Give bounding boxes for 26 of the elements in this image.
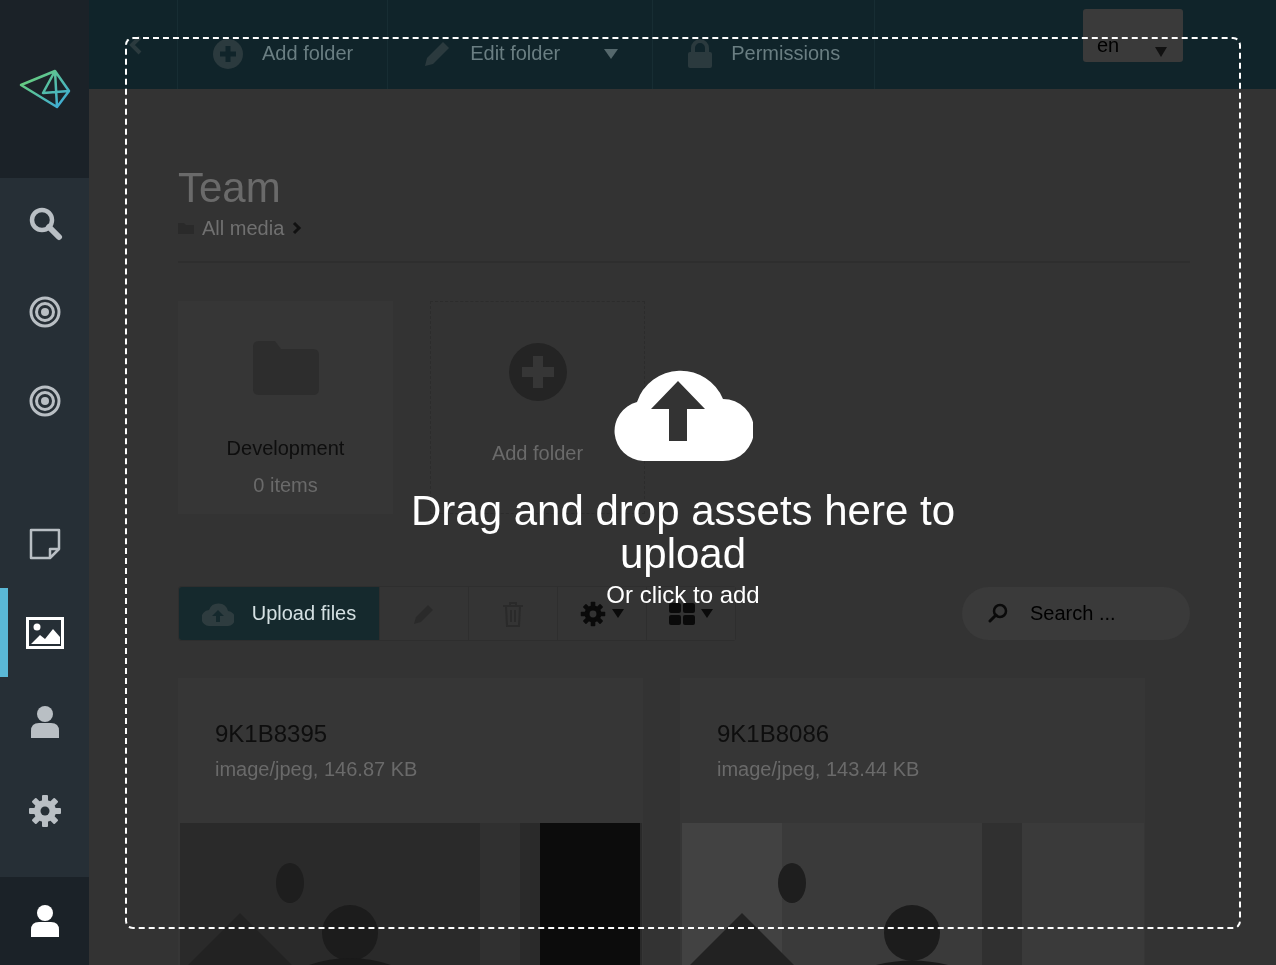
user-icon[interactable]	[28, 904, 61, 938]
drop-zone-hint: Or click to add	[606, 581, 760, 609]
user-icon	[28, 704, 61, 739]
breadcrumb-link[interactable]: All media	[202, 216, 285, 240]
settings-icon	[27, 793, 62, 828]
note-icon	[27, 526, 62, 561]
grid-icon	[669, 602, 695, 625]
search-field[interactable]: Search ...	[962, 587, 1190, 640]
target-icon	[28, 384, 61, 417]
toolbar-button[interactable]: Add folder	[177, 0, 388, 89]
language-select[interactable]: en	[1083, 9, 1183, 62]
settings-icon	[580, 600, 606, 627]
toolbar-button[interactable]: Edit folder	[387, 0, 653, 89]
lock-icon	[687, 38, 714, 69]
caret-icon	[701, 609, 713, 618]
back-icon[interactable]	[129, 33, 143, 56]
toolbar-button[interactable]: Permissions	[652, 0, 876, 89]
search-icon	[988, 603, 1008, 623]
target-icon	[28, 295, 61, 328]
image-icon	[25, 616, 64, 649]
cloud-upload-icon	[201, 601, 234, 626]
caret-icon	[1155, 47, 1167, 57]
plus-circle-icon	[212, 37, 244, 70]
upload-button[interactable]: Upload files	[179, 587, 379, 640]
caret-icon	[612, 609, 624, 618]
chevron-icon	[292, 221, 303, 235]
